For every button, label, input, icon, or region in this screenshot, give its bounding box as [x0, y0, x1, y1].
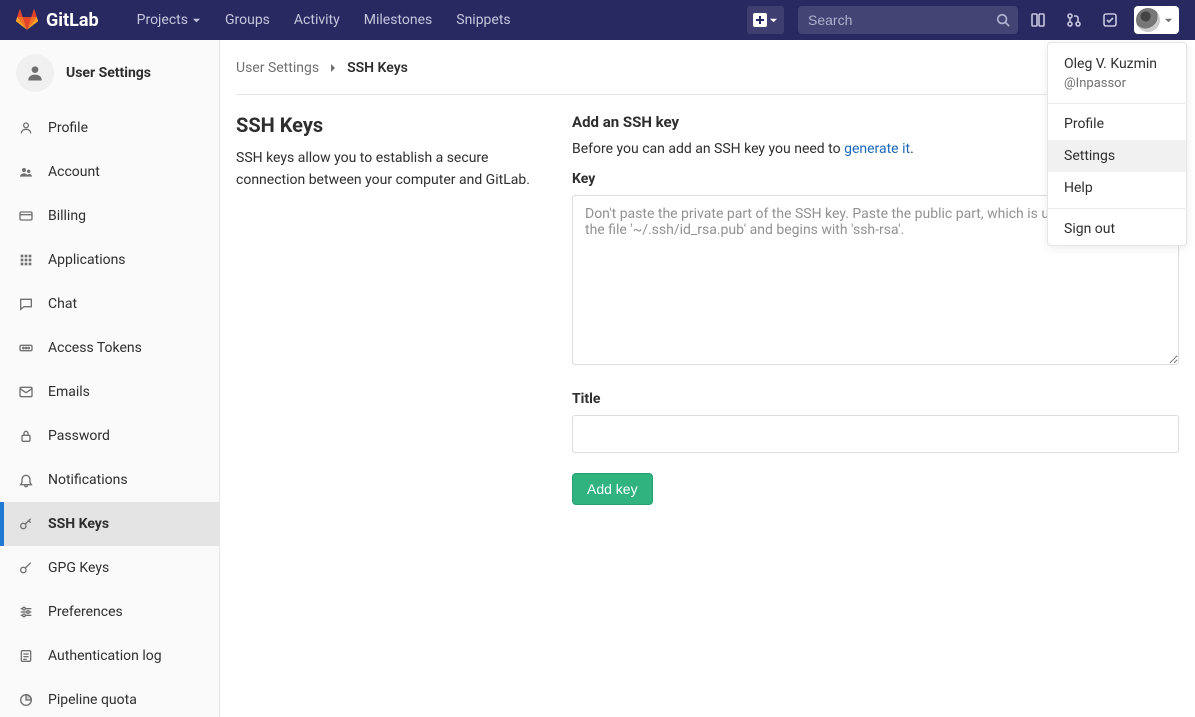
menu-help[interactable]: Help	[1048, 172, 1186, 204]
sidebar-item-auth-log[interactable]: Authentication log	[0, 634, 219, 678]
authlog-icon	[18, 648, 34, 664]
plus-icon	[753, 13, 767, 27]
search-icon	[996, 13, 1010, 27]
sidebar-item-ssh-keys[interactable]: SSH Keys	[0, 502, 219, 546]
password-icon	[18, 428, 34, 444]
breadcrumb: User Settings SSH Keys	[236, 40, 1179, 95]
chevron-right-icon	[329, 63, 337, 73]
menu-sign-out[interactable]: Sign out	[1048, 213, 1186, 245]
sidebar-item-label: Access Tokens	[48, 340, 142, 356]
sidebar-context-title: User Settings	[66, 65, 151, 81]
tokens-icon	[18, 340, 34, 356]
prefs-icon	[18, 604, 34, 620]
nav-projects[interactable]: Projects	[127, 8, 211, 32]
sidebar-item-label: Notifications	[48, 472, 128, 488]
sidebar-item-pipeline-quota[interactable]: Pipeline quota	[0, 678, 219, 717]
chevron-down-icon	[769, 16, 778, 25]
new-dropdown-button[interactable]	[747, 6, 784, 34]
sidebar-item-notifications[interactable]: Notifications	[0, 458, 219, 502]
title-input[interactable]	[572, 415, 1179, 453]
sidebar-item-label: Password	[48, 428, 110, 444]
settings-sidebar: User Settings Profile Account Billing Ap…	[0, 40, 220, 717]
quota-icon	[18, 692, 34, 708]
sidebar-item-account[interactable]: Account	[0, 150, 219, 194]
search-box[interactable]	[798, 6, 1018, 34]
sidebar-item-label: Applications	[48, 252, 126, 268]
generate-link[interactable]: generate it	[844, 141, 910, 157]
user-full-name: Oleg V. Kuzmin	[1064, 55, 1170, 75]
search-input[interactable]	[806, 11, 996, 29]
breadcrumb-current: SSH Keys	[347, 60, 408, 76]
top-navbar: GitLab Projects Groups Activity Mileston…	[0, 0, 1195, 40]
merge-requests-button[interactable]	[1058, 4, 1090, 36]
chevron-down-icon	[192, 16, 201, 25]
add-key-button[interactable]: Add key	[572, 473, 653, 505]
menu-profile[interactable]: Profile	[1048, 108, 1186, 140]
avatar	[1136, 8, 1160, 32]
todos-button[interactable]	[1094, 4, 1126, 36]
gitlab-logo-icon	[16, 9, 38, 31]
title-label: Title	[572, 391, 1179, 407]
user-dropdown-header: Oleg V. Kuzmin @Inpassor	[1048, 43, 1186, 99]
sidebar-item-profile[interactable]: Profile	[0, 106, 219, 150]
sidebar-item-label: Preferences	[48, 604, 123, 620]
account-icon	[18, 164, 34, 180]
sidebar-item-access-tokens[interactable]: Access Tokens	[0, 326, 219, 370]
sidebar-item-emails[interactable]: Emails	[0, 370, 219, 414]
nav-groups[interactable]: Groups	[215, 8, 280, 32]
user-dropdown: Oleg V. Kuzmin @Inpassor Profile Setting…	[1047, 42, 1187, 246]
sidebar-item-label: Profile	[48, 120, 88, 136]
menu-settings[interactable]: Settings	[1048, 140, 1186, 172]
notifications-icon	[18, 472, 34, 488]
nav-activity[interactable]: Activity	[284, 8, 350, 32]
chevron-down-icon	[1164, 16, 1173, 25]
sidebar-context[interactable]: User Settings	[0, 40, 219, 106]
sidebar-item-label: GPG Keys	[48, 560, 109, 576]
emails-icon	[18, 384, 34, 400]
nav-snippets[interactable]: Snippets	[446, 8, 520, 32]
chat-icon	[18, 296, 34, 312]
brand[interactable]: GitLab	[16, 9, 99, 31]
sidebar-item-gpg-keys[interactable]: GPG Keys	[0, 546, 219, 590]
nav-milestones[interactable]: Milestones	[354, 8, 443, 32]
nav-projects-label: Projects	[137, 12, 188, 28]
sidebar-item-label: Pipeline quota	[48, 692, 137, 708]
issues-button[interactable]	[1022, 4, 1054, 36]
sidebar-item-chat[interactable]: Chat	[0, 282, 219, 326]
user-handle: @Inpassor	[1064, 75, 1170, 93]
sidebar-item-label: Account	[48, 164, 100, 180]
page-title: SSH Keys	[236, 113, 552, 137]
sidebar-item-applications[interactable]: Applications	[0, 238, 219, 282]
sidebar-item-label: Authentication log	[48, 648, 162, 664]
help-after: .	[910, 141, 914, 157]
divider	[1048, 208, 1186, 209]
sidebar-item-label: Billing	[48, 208, 86, 224]
user-avatar-button[interactable]	[1134, 6, 1179, 34]
nav-links: Projects Groups Activity Milestones Snip…	[127, 8, 521, 32]
gpg-icon	[18, 560, 34, 576]
sidebar-item-label: Emails	[48, 384, 90, 400]
billing-icon	[18, 208, 34, 224]
sidebar-item-preferences[interactable]: Preferences	[0, 590, 219, 634]
ssh-icon	[18, 516, 34, 532]
sidebar-item-label: SSH Keys	[48, 516, 109, 532]
sidebar-item-label: Chat	[48, 296, 77, 312]
user-icon	[16, 54, 54, 92]
breadcrumb-root[interactable]: User Settings	[236, 60, 319, 76]
profile-icon	[18, 120, 34, 136]
brand-text: GitLab	[46, 10, 99, 31]
apps-icon	[18, 252, 34, 268]
sidebar-item-password[interactable]: Password	[0, 414, 219, 458]
help-before: Before you can add an SSH key you need t…	[572, 141, 844, 157]
sidebar-item-billing[interactable]: Billing	[0, 194, 219, 238]
divider	[1048, 103, 1186, 104]
page-description: SSH keys allow you to establish a secure…	[236, 147, 552, 192]
